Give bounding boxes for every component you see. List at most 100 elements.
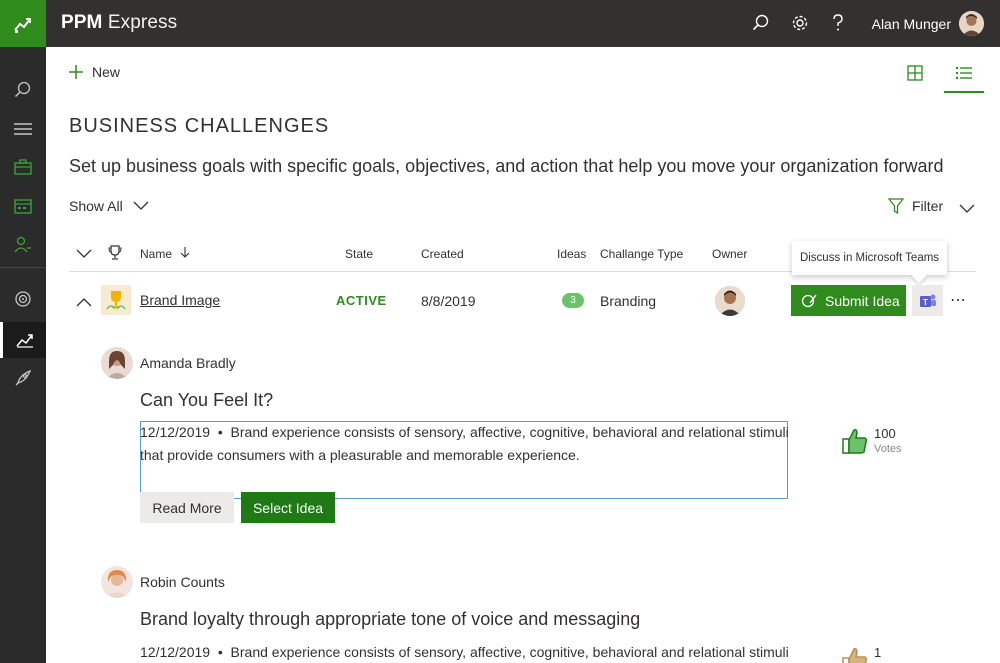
- created-date: 8/8/2019: [421, 293, 476, 309]
- chevron-down-icon: [76, 249, 92, 258]
- lightbulb-edit-icon: [801, 294, 817, 307]
- list-icon: [956, 67, 972, 79]
- rocket-icon: [15, 369, 32, 386]
- trophy-icon: [106, 291, 126, 310]
- gear-icon[interactable]: [789, 12, 811, 34]
- idea-author: Amanda Bradly: [140, 355, 236, 371]
- briefcase-icon: [14, 159, 32, 175]
- read-more-button[interactable]: Read More: [140, 492, 234, 523]
- chevron-down-icon: [133, 201, 149, 210]
- challenge-type: Branding: [600, 293, 657, 309]
- status-badge: ACTIVE: [336, 293, 387, 308]
- app-launcher-button[interactable]: [0, 0, 46, 47]
- new-button[interactable]: New: [68, 64, 120, 80]
- brand-bold: PPM: [61, 12, 103, 33]
- idea-date: 12/12/2019: [140, 644, 211, 660]
- search-icon[interactable]: [750, 12, 772, 34]
- collapse-all-button[interactable]: [76, 248, 92, 262]
- nav-menu[interactable]: [0, 111, 46, 147]
- idea-description: 12/12/2019 • Brand experience consists o…: [140, 644, 789, 660]
- nav-people[interactable]: [0, 227, 46, 263]
- nav-search[interactable]: [0, 72, 46, 108]
- plus-icon: [69, 65, 83, 79]
- chevron-down-icon: [959, 204, 975, 213]
- new-label: New: [92, 64, 121, 80]
- collapse-row-button[interactable]: [76, 294, 92, 312]
- grid-icon: [907, 65, 923, 81]
- chart-logo-icon: [14, 17, 31, 33]
- upvote-button[interactable]: [842, 427, 868, 460]
- filter-label: Filter: [912, 198, 944, 214]
- calendar-icon: [14, 199, 32, 214]
- filter-button[interactable]: Filter: [888, 198, 943, 214]
- filter-icon: [888, 198, 904, 214]
- votes-count: 1: [874, 645, 882, 660]
- ideas-count-badge[interactable]: 3: [562, 293, 584, 308]
- chevron-up-icon: [76, 298, 92, 307]
- upvote-button[interactable]: [842, 646, 868, 663]
- idea-text-line1: Brand experience consists of sensory, af…: [230, 644, 789, 660]
- idea-title[interactable]: Can You Feel It?: [140, 390, 273, 411]
- app-title[interactable]: PPM Express: [61, 12, 177, 34]
- avatar: [101, 347, 133, 379]
- column-header-state[interactable]: State: [345, 247, 373, 261]
- teams-button[interactable]: T: [912, 285, 943, 316]
- left-nav: [0, 47, 46, 663]
- thumbs-up-icon: [842, 429, 868, 454]
- top-bar: PPM Express Alan Munger: [0, 0, 1000, 47]
- idea-text-line2: that provide consumers with a pleasurabl…: [140, 447, 580, 463]
- idea-description: 12/12/2019 • Brand experience consists o…: [140, 421, 790, 467]
- target-icon: [15, 291, 31, 307]
- more-options-button[interactable]: ⋯: [950, 290, 967, 310]
- svg-text:T: T: [923, 298, 928, 307]
- list-view-button[interactable]: [955, 65, 973, 86]
- person-add-icon: [14, 236, 31, 253]
- column-header-created[interactable]: Created: [421, 247, 464, 261]
- challenge-name-link[interactable]: Brand Image: [140, 292, 220, 308]
- avatar: [101, 566, 133, 598]
- trophy-column-icon: [108, 245, 122, 264]
- help-icon[interactable]: [827, 12, 849, 34]
- nav-briefcase[interactable]: [0, 149, 46, 185]
- user-name[interactable]: Alan Munger: [872, 16, 951, 32]
- column-name-label: Name: [140, 247, 173, 261]
- nav-calendar[interactable]: [0, 188, 46, 224]
- grid-view-button[interactable]: [907, 65, 923, 86]
- hamburger-icon: [14, 123, 32, 135]
- idea-title[interactable]: Brand loyalty through appropriate tone o…: [140, 609, 640, 630]
- sort-down-icon: [180, 247, 190, 258]
- nav-target[interactable]: [0, 281, 46, 317]
- brand-light: Express: [107, 12, 178, 33]
- submit-idea-button[interactable]: Submit Idea: [791, 285, 906, 316]
- trophy-icon: [108, 245, 122, 260]
- column-header-type[interactable]: Challange Type: [600, 247, 683, 261]
- submit-idea-label: Submit Idea: [825, 292, 900, 309]
- teams-tooltip: Discuss in Microsoft Teams: [792, 241, 947, 275]
- column-header-name[interactable]: Name: [140, 247, 190, 261]
- select-idea-button[interactable]: Select Idea: [241, 492, 335, 523]
- challenge-thumbnail: [101, 285, 131, 315]
- active-view-indicator: [944, 91, 984, 93]
- owner-avatar[interactable]: [715, 286, 745, 316]
- teams-icon: T: [919, 294, 936, 307]
- page-subtitle: Set up business goals with specific goal…: [69, 156, 944, 176]
- idea-author: Robin Counts: [140, 574, 225, 590]
- idea-text-line1: Brand experience consists of sensory, af…: [230, 424, 789, 440]
- user-avatar[interactable]: [959, 11, 984, 36]
- tooltip-text: Discuss in Microsoft Teams: [799, 252, 940, 264]
- filter-expand-button[interactable]: [959, 201, 975, 219]
- idea-date: 12/12/2019: [140, 424, 211, 440]
- votes-label: Votes: [874, 443, 902, 455]
- search-icon: [14, 81, 31, 98]
- votes-count: 100: [874, 426, 896, 441]
- page-title: BUSINESS CHALLENGES: [69, 115, 330, 137]
- column-header-owner[interactable]: Owner: [712, 247, 747, 261]
- nav-rocket[interactable]: [0, 360, 46, 396]
- thumbs-up-icon: [842, 648, 868, 663]
- nav-business-challenges[interactable]: [0, 322, 46, 358]
- column-header-ideas[interactable]: Ideas: [557, 247, 586, 261]
- chart-icon: [15, 334, 33, 348]
- nav-separator: [0, 267, 46, 268]
- show-all-dropdown[interactable]: Show All: [69, 198, 149, 214]
- show-all-label: Show All: [69, 198, 123, 214]
